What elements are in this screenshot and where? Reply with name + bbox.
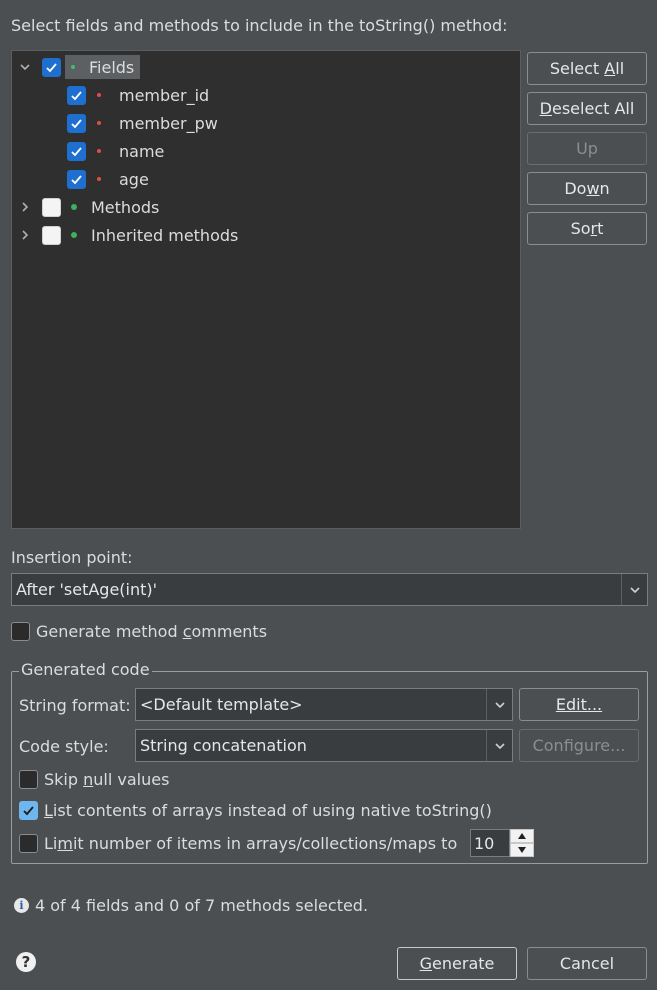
deselect-all-label-post: eselect All	[552, 99, 635, 118]
insertion-point-select[interactable]: After 'setAge(int)'	[11, 573, 648, 606]
checkbox-box[interactable]	[19, 770, 38, 789]
methods-group-icon	[71, 204, 77, 210]
members-tree[interactable]: Fields member_id member_pw name age Meth…	[11, 50, 521, 529]
private-field-icon	[97, 121, 101, 125]
chevron-down-icon[interactable]	[18, 60, 32, 74]
chevron-right-icon[interactable]	[18, 200, 32, 214]
down-label-pre: Do	[564, 179, 587, 198]
edit-button-label: Edit...	[555, 695, 603, 714]
edit-template-button[interactable]: Edit...	[519, 688, 639, 721]
comments-label-pre: Generate method	[36, 622, 183, 641]
down-label-post: n	[599, 179, 610, 198]
field-checkbox[interactable]	[67, 141, 86, 161]
status-text: 4 of 4 fields and 0 of 7 methods selecte…	[35, 896, 369, 915]
inherited-methods-icon	[71, 232, 77, 238]
fields-group-icon	[71, 65, 75, 69]
chevron-down-icon[interactable]	[621, 574, 647, 605]
field-checkbox[interactable]	[67, 85, 86, 105]
spinner-down-icon[interactable]	[510, 843, 534, 857]
down-mnemonic: w	[586, 179, 600, 198]
generate-label-post: enerate	[432, 954, 495, 973]
tree-node-methods[interactable]: Methods	[18, 193, 159, 221]
down-button[interactable]: Do w n	[527, 172, 647, 205]
string-format-label: String format:	[19, 696, 131, 715]
private-field-icon	[97, 149, 101, 153]
sort-mnemonic: r	[590, 219, 598, 238]
select-all-label-post: ll	[615, 59, 625, 78]
sort-label-pre: So	[570, 219, 591, 238]
list-contents-label-post: ist contents of arrays instead of using …	[52, 801, 492, 820]
code-style-select[interactable]: String concatenation	[135, 729, 513, 762]
fields-checkbox[interactable]	[42, 57, 61, 77]
tree-label-fields: Fields	[89, 57, 135, 77]
inherited-methods-checkbox[interactable]	[42, 225, 61, 245]
select-all-mnemonic: A	[604, 59, 616, 78]
sort-label-post: t	[597, 219, 604, 238]
limit-label-post: it number of items in arrays/collections…	[72, 834, 458, 853]
chevron-down-icon[interactable]	[486, 689, 512, 720]
tree-node-inherited-methods[interactable]: Inherited methods	[18, 221, 238, 249]
tree-node-fields[interactable]: Fields	[18, 53, 141, 81]
checkbox-box-checked[interactable]	[19, 801, 38, 820]
list-contents-checkbox[interactable]: List contents of arrays instead of using…	[19, 801, 492, 820]
methods-checkbox[interactable]	[42, 197, 61, 217]
private-field-icon	[97, 93, 101, 97]
checkbox-box[interactable]	[19, 834, 38, 853]
chevron-right-icon[interactable]	[18, 228, 32, 242]
insertion-point-label: Insertion point:	[11, 548, 133, 567]
sort-button[interactable]: So r t	[527, 212, 647, 245]
dialog-instruction: Select fields and methods to include in …	[11, 16, 508, 35]
code-style-label: Code style:	[19, 737, 109, 756]
limit-items-spinner[interactable]: 10	[470, 829, 534, 857]
tree-label-inherited-methods: Inherited methods	[91, 225, 239, 245]
list-contents-mnemonic: L	[44, 801, 53, 820]
cancel-button[interactable]: Cancel	[527, 947, 647, 980]
private-field-icon	[97, 177, 101, 181]
field-checkbox[interactable]	[67, 113, 86, 133]
limit-items-checkbox[interactable]: Limit number of items in arrays/collecti…	[19, 834, 457, 853]
comments-label-post: omments	[191, 622, 268, 641]
select-all-button[interactable]: Select All	[527, 52, 647, 85]
tree-node-field[interactable]: name	[67, 137, 164, 165]
tree-label-field: member_pw	[119, 113, 218, 133]
configure-button[interactable]: Configure...	[519, 729, 639, 762]
skip-null-label-post: ull values	[93, 770, 170, 789]
code-style-value: String concatenation	[140, 736, 307, 755]
cancel-label: Cancel	[559, 954, 615, 973]
field-checkbox[interactable]	[67, 169, 86, 189]
deselect-all-mnemonic: D	[539, 99, 552, 118]
limit-label-pre: Li	[44, 834, 58, 853]
configure-button-label: Configure...	[532, 736, 626, 755]
select-all-label-pre: Select	[549, 59, 605, 78]
generate-comments-checkbox[interactable]: Generate method comments	[11, 622, 267, 641]
tree-label-field: age	[119, 169, 149, 189]
tree-node-field[interactable]: member_pw	[67, 109, 218, 137]
status-message: i 4 of 4 fields and 0 of 7 methods selec…	[14, 896, 368, 915]
info-icon: i	[14, 898, 29, 913]
insertion-point-value: After 'setAge(int)'	[16, 580, 158, 599]
up-button[interactable]: Up	[527, 132, 647, 165]
limit-mnemonic: m	[57, 834, 73, 853]
string-format-select[interactable]: <Default template>	[135, 688, 513, 721]
up-label: Up	[576, 139, 598, 158]
skip-null-label-pre: Skip	[44, 770, 84, 789]
generate-mnemonic: G	[419, 954, 433, 973]
help-icon[interactable]: ?	[16, 952, 36, 972]
tree-label-field: name	[119, 141, 165, 161]
tree-label-field: member_id	[119, 85, 210, 105]
skip-null-checkbox[interactable]: Skip null values	[19, 770, 169, 789]
skip-null-mnemonic: n	[83, 770, 94, 789]
spinner-up-icon[interactable]	[510, 829, 534, 843]
checkbox-box[interactable]	[11, 622, 30, 641]
limit-items-input[interactable]: 10	[470, 829, 510, 857]
tree-node-field[interactable]: age	[67, 165, 149, 193]
string-format-value: <Default template>	[140, 695, 303, 714]
tree-label-methods: Methods	[91, 197, 160, 217]
tree-node-field[interactable]: member_id	[67, 81, 209, 109]
deselect-all-button[interactable]: Deselect All	[527, 92, 647, 125]
chevron-down-icon[interactable]	[486, 730, 512, 761]
generated-code-legend: Generated code	[19, 660, 152, 679]
generate-button[interactable]: Generate	[397, 947, 517, 980]
